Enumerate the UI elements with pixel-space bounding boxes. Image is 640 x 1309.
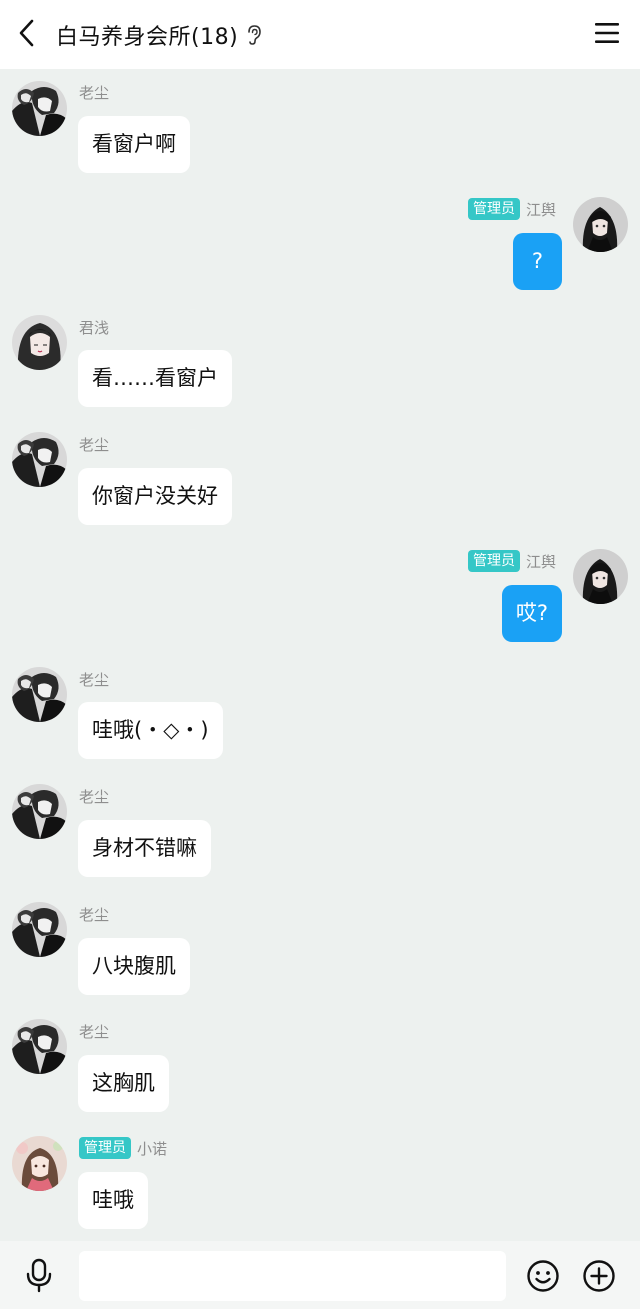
avatar[interactable]: [12, 784, 67, 839]
emoji-button[interactable]: [526, 1259, 560, 1293]
menu-icon: [594, 21, 620, 49]
avatar[interactable]: [573, 549, 628, 604]
message-bubble[interactable]: 八块腹肌: [78, 938, 190, 995]
message-item: 老尘 你窗户没关好: [0, 432, 640, 532]
message-bubble[interactable]: 你窗户没关好: [78, 468, 232, 525]
avatar[interactable]: [12, 667, 67, 722]
sender-name: 小诺: [137, 1139, 168, 1158]
message-item: 老尘 哇哦(・◇・): [0, 667, 640, 767]
sender-name: 老尘: [79, 905, 110, 924]
message-item: 管理员 江舆 ?: [0, 197, 640, 297]
message-item: 君浅 看……看窗户: [0, 315, 640, 415]
menu-button[interactable]: [592, 20, 622, 50]
message-bubble[interactable]: 看……看窗户: [78, 350, 232, 407]
microphone-icon: [22, 1258, 56, 1297]
message-bubble[interactable]: 哇哦: [78, 1172, 148, 1229]
message-bubble[interactable]: 哎?: [501, 585, 562, 642]
sender-name: 老尘: [79, 1022, 110, 1041]
back-button[interactable]: [0, 0, 54, 69]
message-list[interactable]: 老尘 看窗户啊 管理员 江舆 ? 君浅 看……看窗户 老尘 你窗户没关好 管理员…: [0, 69, 640, 1241]
admin-badge: 管理员: [79, 1137, 131, 1159]
message-item: 管理员 江舆 哎?: [0, 549, 640, 649]
message-bubble[interactable]: 哇哦(・◇・): [78, 702, 223, 759]
avatar[interactable]: [12, 432, 67, 487]
input-bar: [0, 1241, 640, 1309]
message-item: 老尘 八块腹肌: [0, 902, 640, 1002]
voice-button[interactable]: [22, 1257, 56, 1293]
sender-name: 江舆: [525, 200, 556, 219]
emoji-icon: [526, 1260, 560, 1297]
sender-name: 君浅: [79, 318, 110, 337]
message-bubble[interactable]: 身材不错嘛: [78, 820, 211, 877]
ear-icon: [246, 24, 262, 46]
avatar[interactable]: [12, 1019, 67, 1074]
admin-badge: 管理员: [467, 550, 520, 572]
message-bubble[interactable]: 看窗户啊: [78, 116, 190, 173]
sender-name: 老尘: [79, 787, 110, 806]
message-item: 管理员 小诺 哇哦: [0, 1136, 640, 1236]
message-bubble[interactable]: ?: [513, 233, 562, 290]
plus-icon: [582, 1260, 616, 1297]
sender-name: 老尘: [79, 670, 110, 689]
message-item: 老尘 看窗户啊: [0, 81, 640, 181]
sender-name: 老尘: [79, 83, 110, 102]
message-input[interactable]: [79, 1251, 506, 1301]
avatar[interactable]: [12, 902, 67, 957]
sender-name: 江舆: [525, 552, 556, 571]
more-button[interactable]: [582, 1259, 616, 1293]
avatar[interactable]: [573, 197, 628, 252]
avatar[interactable]: [12, 315, 67, 370]
sender-name: 老尘: [79, 435, 110, 454]
message-item: 老尘 这胸肌: [0, 1019, 640, 1119]
chat-header: 白马养身会所(18): [0, 0, 640, 69]
group-title: 白马养身会所(18): [56, 24, 239, 50]
back-arrow-icon: [17, 18, 37, 52]
avatar[interactable]: [12, 81, 67, 136]
message-bubble[interactable]: 这胸肌: [78, 1055, 169, 1112]
admin-badge: 管理员: [467, 198, 520, 220]
message-item: 老尘 身材不错嘛: [0, 784, 640, 884]
avatar[interactable]: [12, 1136, 67, 1191]
